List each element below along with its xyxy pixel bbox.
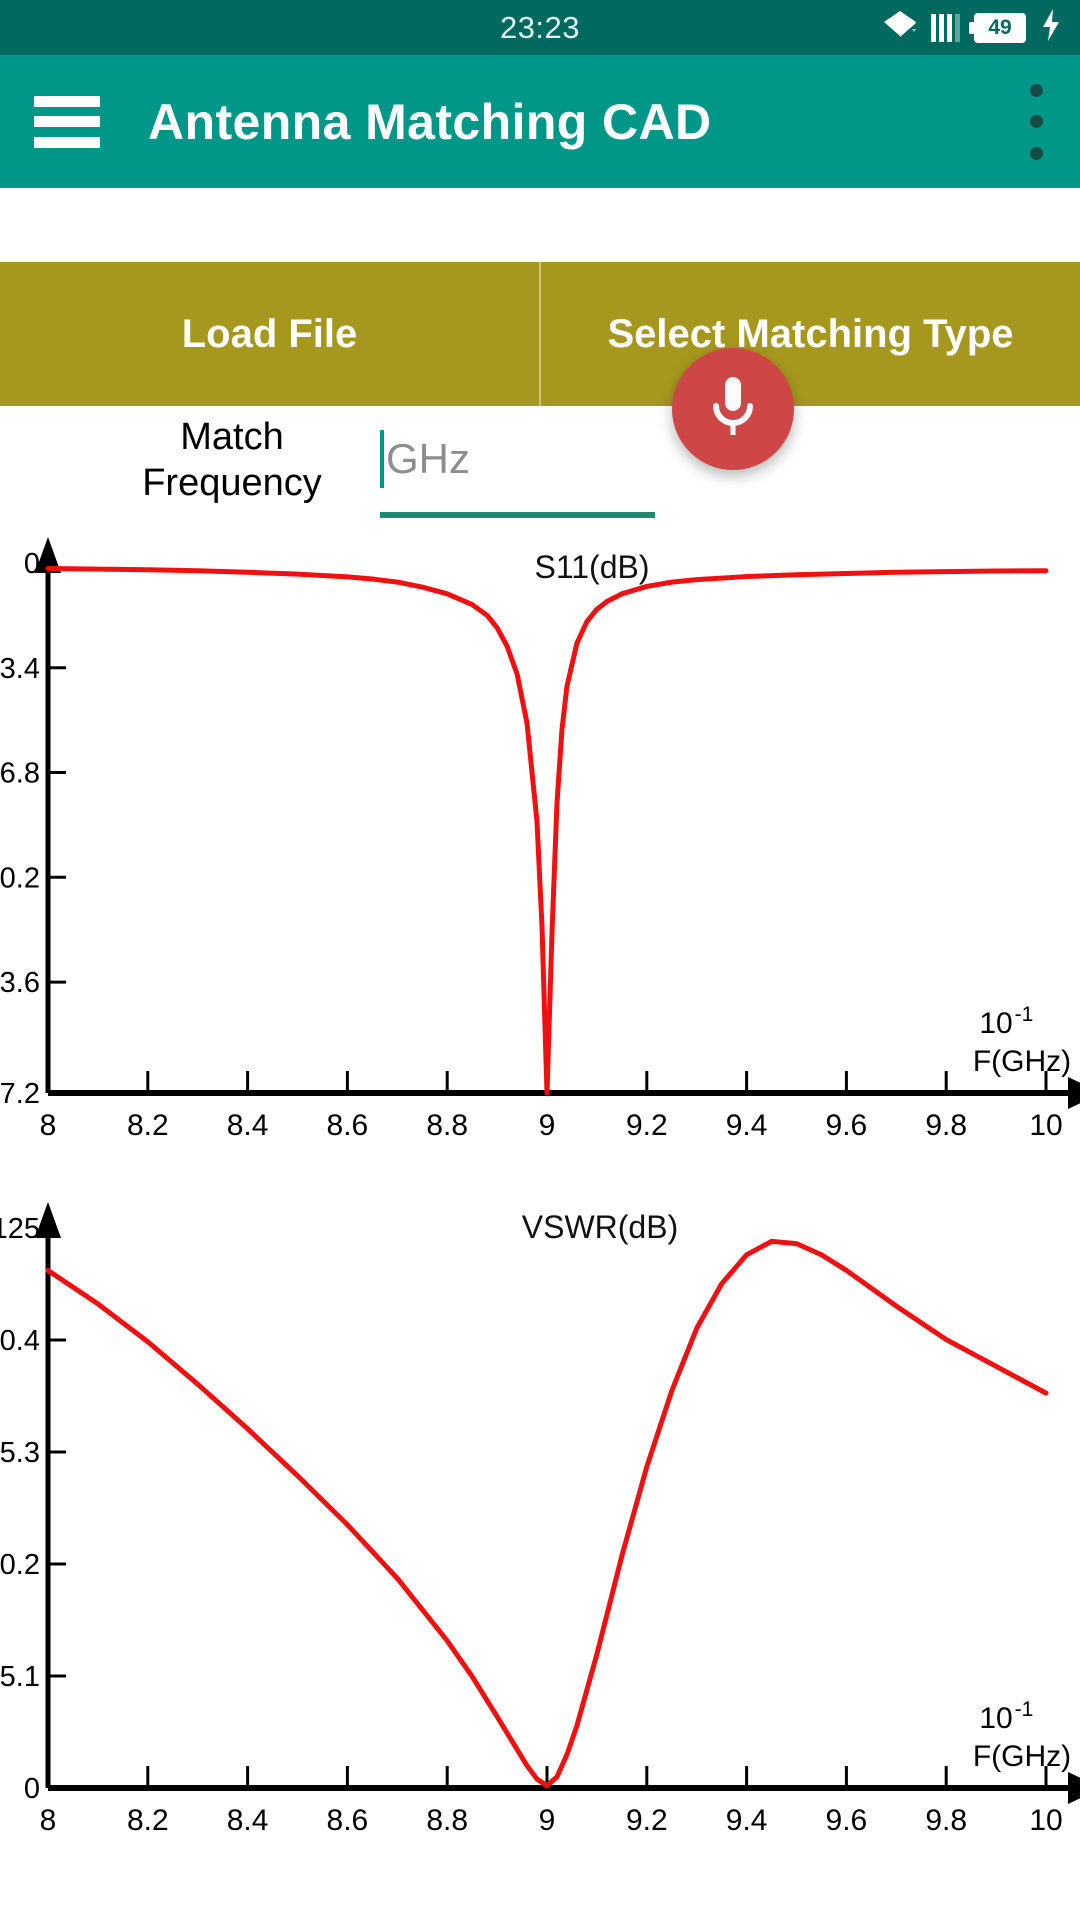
- overflow-menu-icon[interactable]: [1026, 83, 1046, 160]
- x-axis-multiplier: 10: [979, 1702, 1012, 1735]
- y-axis-tick-label: -17.2: [0, 1078, 40, 1110]
- x-axis-tick-label: 8.2: [127, 1804, 169, 1837]
- y-axis-tick-label: -6.8: [0, 758, 40, 790]
- select-matching-type-button[interactable]: Select Matching Type: [541, 262, 1080, 406]
- x-axis-multiplier-exponent: -1: [1015, 1698, 1034, 1721]
- signal-bars-icon: [931, 13, 960, 42]
- x-axis-tick-label: 9.8: [925, 1804, 967, 1837]
- load-file-button[interactable]: Load File: [0, 262, 539, 406]
- page-title: Antenna Matching CAD: [148, 93, 712, 150]
- x-axis-tick-label: 10: [1029, 1109, 1062, 1142]
- y-axis-tick-label: 0: [24, 1773, 40, 1805]
- x-axis-arrow: [1068, 1077, 1080, 1109]
- x-axis-label: F(GHz): [973, 1045, 1071, 1078]
- chart-title: VSWR(dB): [522, 1209, 678, 1245]
- y-axis-tick-label: 25.1: [0, 1661, 40, 1693]
- s11-chart: S11(dB) 0 -3.4 -6.8 -10.2 -13.6 -17.28 8.2 8.4 8.…: [0, 533, 1080, 1198]
- status-bar: 23:23 49: [0, 0, 1080, 55]
- data-series-line: [45, 1238, 1049, 1789]
- match-frequency-label: Match Frequency: [132, 414, 332, 507]
- y-axis-tick-label: 75.3: [0, 1437, 40, 1469]
- vswr-chart: VSWR(dB) 125 100.4 75.3 50.2 25.1 08 8.2 8.4 8.6 8…: [0, 1198, 1080, 1888]
- status-bar-icons: 49: [883, 0, 1062, 55]
- x-axis-tick-label: 9.8: [925, 1109, 967, 1142]
- status-bar-clock: 23:23: [499, 9, 581, 45]
- y-axis-tick-label: 0: [24, 548, 40, 580]
- x-axis-tick-label: 9.4: [726, 1804, 768, 1837]
- x-axis-tick-label: 9: [539, 1804, 556, 1837]
- match-frequency-label-line1: Match: [180, 416, 284, 458]
- match-frequency-input-wrap: [380, 428, 655, 518]
- x-axis-tick-label: 9.6: [826, 1804, 868, 1837]
- y-axis-tick-label: 50.2: [0, 1549, 40, 1581]
- battery-level-text: 49: [988, 16, 1012, 39]
- chart-title: S11(dB): [534, 549, 649, 585]
- charging-bolt-icon: [1040, 9, 1062, 46]
- hamburger-menu-icon[interactable]: [34, 95, 100, 148]
- y-axis-tick-label: -3.4: [0, 653, 40, 685]
- x-axis-tick-label: 9: [539, 1109, 556, 1142]
- wifi-icon: [883, 10, 917, 45]
- x-axis-multiplier: 10: [979, 1007, 1012, 1040]
- x-axis-tick-label: 9.2: [626, 1804, 668, 1837]
- voice-input-button[interactable]: [672, 348, 794, 470]
- x-axis-tick-label: 8.4: [227, 1109, 269, 1142]
- battery-icon: 49: [969, 12, 1026, 43]
- data-series-line: [45, 566, 1049, 1096]
- x-axis-tick-label: 8.2: [127, 1109, 169, 1142]
- x-axis-multiplier-exponent: -1: [1015, 1003, 1034, 1026]
- x-axis-tick-label: 9.4: [726, 1109, 768, 1142]
- match-frequency-underline: [380, 512, 655, 518]
- match-frequency-input[interactable]: [386, 428, 654, 490]
- action-bar: Load File Select Matching Type: [0, 262, 1080, 406]
- y-axis-tick-label: -10.2: [0, 862, 40, 894]
- y-axis-tick-label: 100.4: [0, 1325, 40, 1357]
- microphone-icon: [713, 377, 753, 435]
- x-axis-tick-label: 8.6: [327, 1804, 369, 1837]
- text-cursor: [380, 430, 384, 488]
- x-axis-tick-label: 10: [1029, 1804, 1062, 1837]
- x-axis-tick-label: 8.6: [327, 1109, 369, 1142]
- x-axis-tick-label: 9.2: [626, 1109, 668, 1142]
- x-axis-tick-label: 8: [40, 1804, 57, 1837]
- x-axis-tick-label: 9.6: [826, 1109, 868, 1142]
- x-axis-arrow: [1068, 1772, 1080, 1804]
- x-axis-tick-label: 8.8: [426, 1109, 468, 1142]
- app-bar: Antenna Matching CAD: [0, 55, 1080, 188]
- match-frequency-label-line2: Frequency: [142, 462, 322, 505]
- x-axis-tick-label: 8.8: [426, 1804, 468, 1837]
- y-axis-tick-label: -13.6: [0, 967, 40, 999]
- app-bar-gap: [0, 188, 1080, 262]
- x-axis-label: F(GHz): [973, 1740, 1071, 1773]
- x-axis-tick-label: 8: [40, 1109, 57, 1142]
- y-axis-tick-label: 125: [0, 1213, 40, 1245]
- x-axis-tick-label: 8.4: [227, 1804, 269, 1837]
- match-frequency-row: Match Frequency: [0, 348, 1080, 533]
